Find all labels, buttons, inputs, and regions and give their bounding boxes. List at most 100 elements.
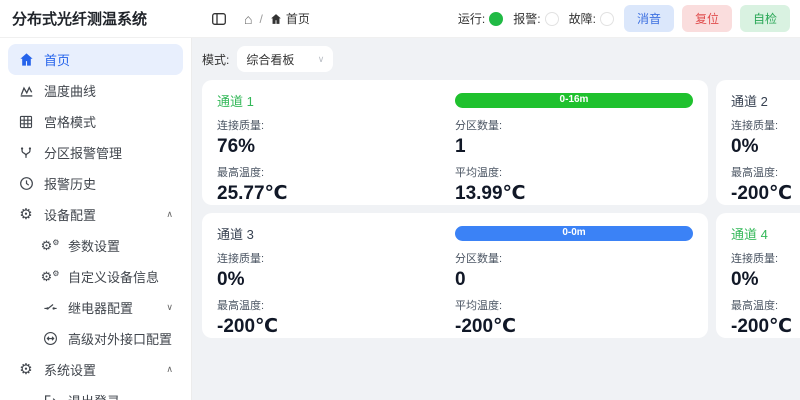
metric-label: 分区数量: — [455, 117, 693, 133]
sidebar: 首页 温度曲线 宫格模式 分区报警管理 报警历史 ⚙ 设备配置 ∧ ⚙⚙ 参数设… — [0, 38, 192, 400]
metric-value: 1 — [455, 135, 693, 159]
branch-icon — [18, 146, 34, 160]
home-outline-icon[interactable]: ⌂ — [244, 12, 252, 26]
metric-label: 最高温度: — [731, 164, 800, 180]
gear-icon: ⚙ — [18, 362, 34, 377]
self-test-button[interactable]: 自检 — [740, 5, 790, 32]
sidebar-item-分区报警管理[interactable]: 分区报警管理 — [8, 137, 183, 168]
metric-value: 76% — [217, 135, 455, 159]
sidebar-item-label: 设备配置 — [44, 205, 96, 224]
sidebar-item-label: 高级对外接口配置 — [68, 329, 172, 348]
metric-field: 连接质量: 0% — [731, 250, 800, 292]
sidebar-item-label: 参数设置 — [68, 236, 120, 255]
mute-button[interactable]: 消音 — [624, 5, 674, 32]
channel-card: 通道 1 0-16m 连接质量: 76% 最高温度: 25.77℃ 分区数量: … — [202, 80, 708, 205]
channel-card: 通道 3 0-0m 连接质量: 0% 最高温度: -200℃ 分区数量: 0 平… — [202, 213, 708, 338]
interface-icon — [42, 331, 58, 346]
grid-icon — [18, 115, 34, 129]
status-running: 运行: — [458, 10, 503, 27]
sidebar-item-label: 退出登录 — [68, 391, 120, 400]
mode-label: 模式: — [202, 51, 229, 68]
sidebar-item-温度曲线[interactable]: 温度曲线 — [8, 75, 183, 106]
metric-value: 0 — [455, 268, 693, 292]
home-icon — [270, 13, 282, 25]
card-left-column: 连接质量: 0% 最高温度: -200℃ — [731, 117, 800, 211]
metric-value: -200℃ — [731, 182, 800, 206]
mode-select[interactable]: 综合看板 ∨ — [237, 46, 333, 72]
channel-title: 通道 4 — [731, 224, 800, 243]
metric-label: 连接质量: — [731, 117, 800, 133]
metric-value: 13.99℃ — [455, 182, 693, 206]
fault-status-dot — [600, 12, 614, 26]
mode-toolbar: 模式: 综合看板 ∨ — [202, 46, 800, 72]
breadcrumb-current[interactable]: 首页 — [270, 10, 310, 27]
card-left-column: 连接质量: 0% 最高温度: -200℃ — [731, 250, 800, 344]
card-right-column: 分区数量: 0 平均温度: -200℃ — [455, 250, 693, 344]
sidebar-menu: 首页 温度曲线 宫格模式 分区报警管理 报警历史 ⚙ 设备配置 ∧ ⚙⚙ 参数设… — [8, 44, 183, 400]
metric-label: 最高温度: — [217, 297, 455, 313]
cards-row-2: 通道 3 0-0m 连接质量: 0% 最高温度: -200℃ 分区数量: 0 平… — [202, 213, 800, 338]
sidebar-item-首页[interactable]: 首页 — [8, 44, 183, 75]
metric-label: 最高温度: — [217, 164, 455, 180]
channel-range-badge: 0-16m — [455, 93, 693, 108]
metric-field: 平均温度: -200℃ — [455, 297, 693, 339]
channel-title: 通道 3 — [217, 224, 455, 243]
card-left-column: 连接质量: 76% 最高温度: 25.77℃ — [217, 117, 455, 211]
metric-value: 0% — [217, 268, 455, 292]
cards-row-1: 通道 1 0-16m 连接质量: 76% 最高温度: 25.77℃ 分区数量: … — [202, 80, 800, 205]
sidebar-item-系统设置[interactable]: ⚙ 系统设置 ∧ — [8, 354, 183, 385]
metric-field: 连接质量: 0% — [217, 250, 455, 292]
chevron-icon: ∧ — [166, 209, 173, 220]
sidebar-item-参数设置[interactable]: ⚙⚙ 参数设置 — [8, 230, 183, 261]
sidebar-item-label: 宫格模式 — [44, 112, 96, 131]
sidebar-item-设备配置[interactable]: ⚙ 设备配置 ∧ — [8, 199, 183, 230]
gears-icon: ⚙⚙ — [42, 239, 58, 252]
metric-label: 分区数量: — [455, 250, 693, 266]
status-alarm: 报警: — [513, 10, 558, 27]
sidebar-item-label: 系统设置 — [44, 360, 96, 379]
metric-value: 0% — [731, 135, 800, 159]
metric-value: -200℃ — [217, 315, 455, 339]
chevron-down-icon: ∨ — [318, 54, 325, 65]
home-icon — [18, 52, 34, 67]
logout-icon — [42, 394, 58, 400]
card-left-column: 连接质量: 0% 最高温度: -200℃ — [217, 250, 455, 344]
chevron-icon: ∧ — [166, 364, 173, 375]
sidebar-item-label: 继电器配置 — [68, 298, 133, 317]
top-header: 分布式光纤测温系统 ⌂ / 首页 运行: 报警: 故障: 消音 复位 自检 — [0, 0, 800, 38]
metric-value: -200℃ — [455, 315, 693, 339]
sidebar-item-label: 首页 — [44, 50, 70, 69]
breadcrumb-current-label: 首页 — [286, 10, 310, 27]
reset-button[interactable]: 复位 — [682, 5, 732, 32]
curve-icon — [18, 83, 34, 98]
metric-field: 最高温度: 25.77℃ — [217, 164, 455, 206]
breadcrumb-separator: / — [259, 12, 262, 26]
metric-label: 平均温度: — [455, 297, 693, 313]
app-title: 分布式光纤测温系统 — [0, 8, 192, 29]
history-icon — [18, 176, 34, 191]
metric-label: 平均温度: — [455, 164, 693, 180]
metric-value: 25.77℃ — [217, 182, 455, 206]
channel-card: 通道 2 连接质量: 0% 最高温度: -200℃ — [716, 80, 800, 205]
sidebar-item-继电器配置[interactable]: 继电器配置 ∨ — [8, 292, 183, 323]
sidebar-item-label: 分区报警管理 — [44, 143, 122, 162]
sidebar-item-label: 自定义设备信息 — [68, 267, 159, 286]
sidebar-item-label: 报警历史 — [44, 174, 96, 193]
metric-value: 0% — [731, 268, 800, 292]
metric-field: 分区数量: 0 — [455, 250, 693, 292]
sidebar-item-自定义设备信息[interactable]: ⚙⚙ 自定义设备信息 — [8, 261, 183, 292]
metric-field: 连接质量: 0% — [731, 117, 800, 159]
sidebar-item-报警历史[interactable]: 报警历史 — [8, 168, 183, 199]
metric-label: 最高温度: — [731, 297, 800, 313]
metric-field: 平均温度: 13.99℃ — [455, 164, 693, 206]
relay-icon — [42, 300, 58, 315]
sidebar-item-宫格模式[interactable]: 宫格模式 — [8, 106, 183, 137]
running-status-dot — [489, 12, 503, 26]
sidebar-item-退出登录[interactable]: 退出登录 — [8, 385, 183, 400]
sidebar-collapse-icon[interactable] — [208, 8, 230, 30]
metric-field: 最高温度: -200℃ — [731, 164, 800, 206]
main-content: 模式: 综合看板 ∨ 通道 1 0-16m 连接质量: 76% 最高温度: 25… — [192, 38, 800, 400]
sidebar-item-高级对外接口配置[interactable]: 高级对外接口配置 — [8, 323, 183, 354]
metric-field: 分区数量: 1 — [455, 117, 693, 159]
metric-field: 最高温度: -200℃ — [731, 297, 800, 339]
